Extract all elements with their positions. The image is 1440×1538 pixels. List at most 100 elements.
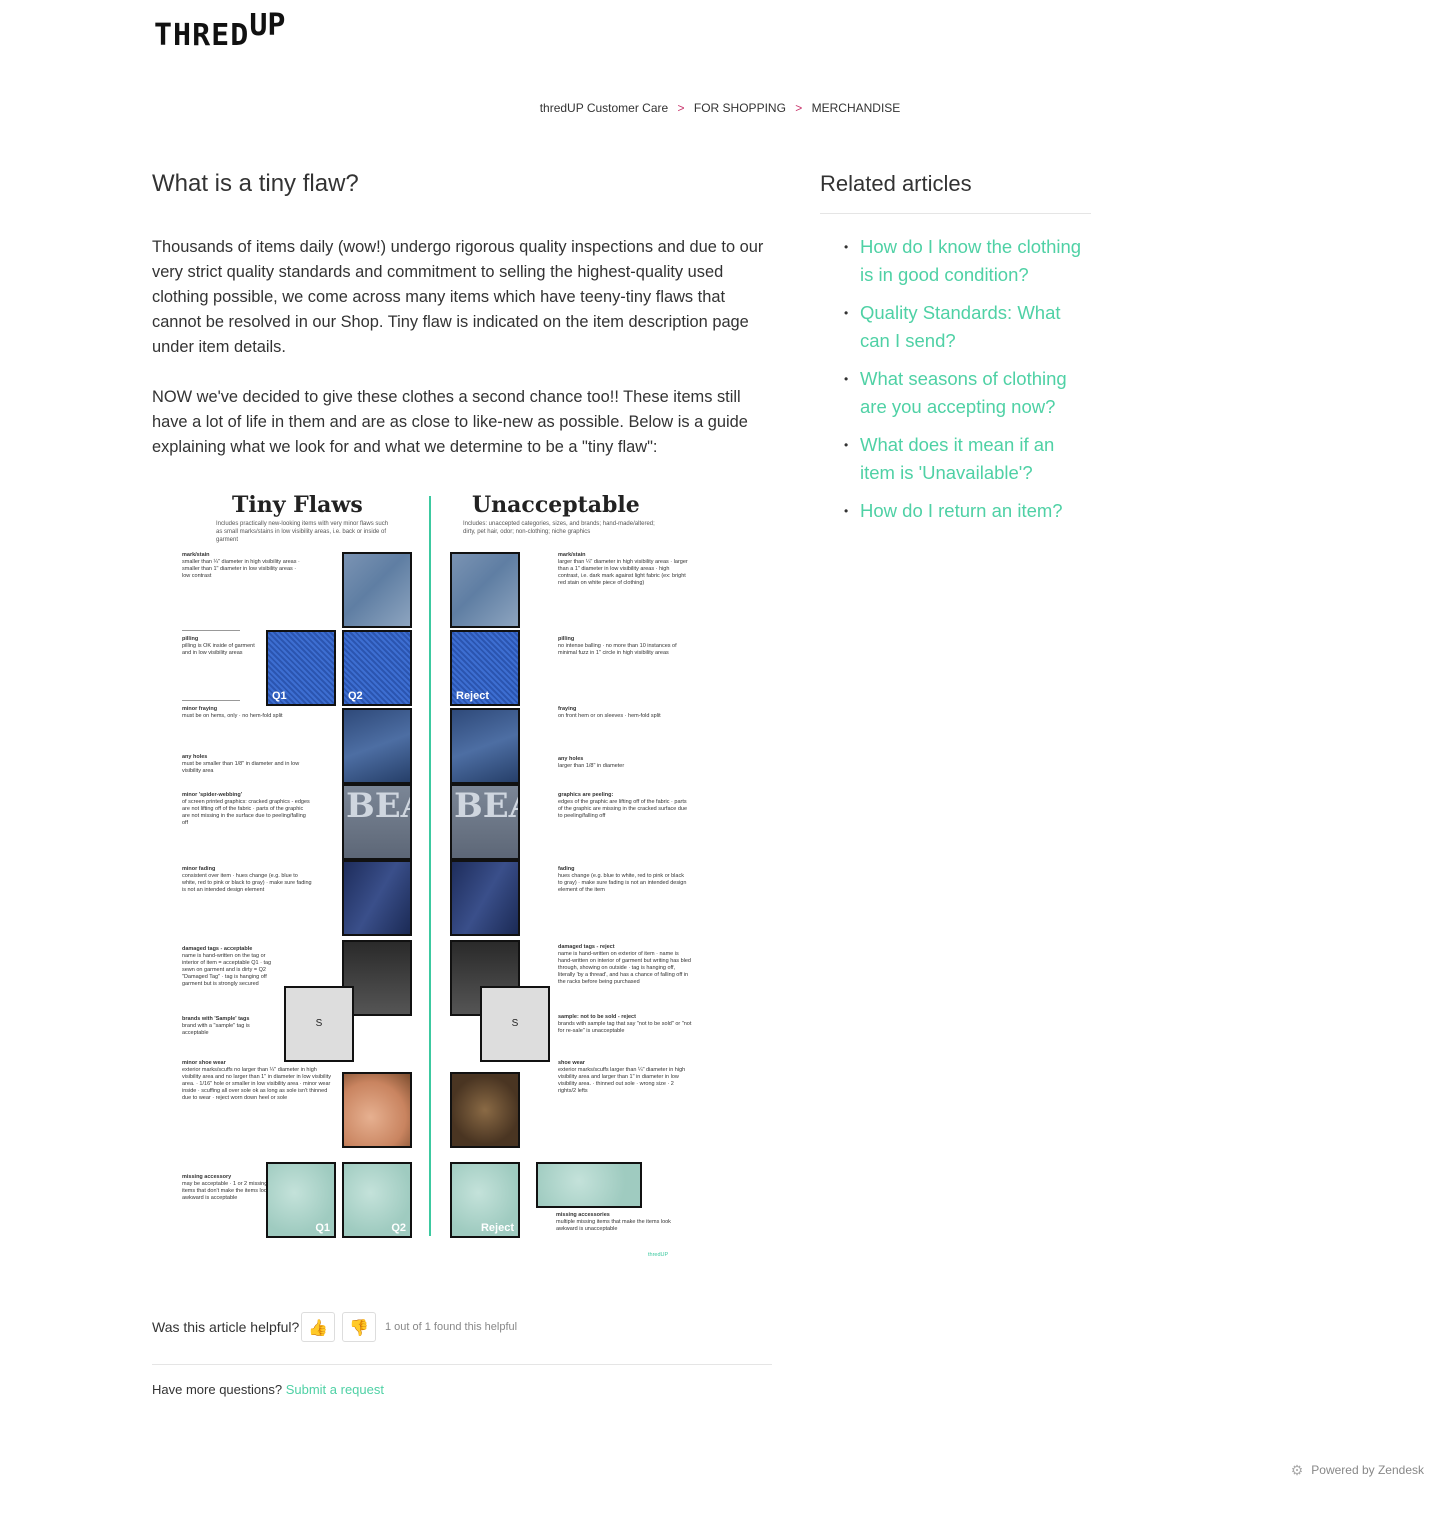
- guide-photo-pilling: Q2: [342, 630, 412, 706]
- guide-photo-pilling: Q1: [266, 630, 336, 706]
- guide-photo-sweater: Q1: [266, 1162, 336, 1238]
- guide-left-section: brands with 'Sample' tags brand with a "s…: [182, 1016, 272, 1037]
- guide-photo-graphic-reject: BEAT: [450, 784, 520, 860]
- guide-section-heading: fraying: [558, 706, 577, 712]
- guide-section-heading: shoe wear: [558, 1060, 585, 1066]
- guide-right-section: sample: not to be sold - reject brands wi…: [558, 1014, 693, 1035]
- guide-photo-sample-tag: S: [284, 986, 354, 1062]
- submit-request-link[interactable]: Submit a request: [286, 1382, 384, 1397]
- breadcrumb-merchandise[interactable]: MERCHANDISE: [812, 101, 901, 115]
- guide-left-section: mark/stain smaller than ¼" diameter in hi…: [182, 552, 302, 580]
- guide-section-heading: any holes: [558, 756, 584, 762]
- guide-photo-fraying: [342, 708, 412, 784]
- guide-size-label: S: [315, 1018, 323, 1029]
- related-article-link[interactable]: Quality Standards: What can I send?: [860, 302, 1061, 351]
- guide-tag: Q1: [272, 690, 287, 702]
- guide-photo-fraying-reject: [450, 708, 520, 784]
- guide-section-heading: mark/stain: [558, 552, 586, 558]
- guide-section-text: no intense balling · no more than 10 ins…: [558, 643, 677, 656]
- guide-section-heading: any holes: [182, 754, 208, 760]
- guide-photo-fading: [342, 860, 412, 936]
- guide-section-heading: mark/stain: [182, 552, 210, 558]
- related-article-item: How do I return an item?: [844, 497, 1084, 525]
- guide-graphic-text: BEAT: [346, 786, 410, 826]
- guide-tag: Q2: [391, 1222, 406, 1234]
- guide-right-section: any holes larger than 1/8" in diameter: [558, 756, 688, 770]
- guide-right-section: missing accessories multiple missing item…: [556, 1212, 691, 1233]
- helpful-count: 1 out of 1 found this helpful: [385, 1321, 518, 1333]
- guide-photo-stain-reject: [450, 552, 520, 628]
- guide-section-text: smaller than ¼" diameter in high visibil…: [182, 559, 300, 579]
- guide-section-text: of screen printed graphics: cracked grap…: [182, 799, 310, 826]
- tiny-flaws-guide-image: Tiny Flaws Includes practically new-look…: [168, 484, 700, 1266]
- guide-section-text: brand with a "sample" tag is acceptable: [182, 1023, 250, 1036]
- guide-right-section: graphics are peeling: edges of the graphi…: [558, 792, 688, 820]
- guide-section-text: edges of the graphic are lifting off of …: [558, 799, 688, 819]
- guide-section-text: on front hem or on sleeves · hem-fold sp…: [558, 713, 661, 719]
- related-article-item: How do I know the clothing is in good co…: [844, 233, 1084, 289]
- guide-right-section: shoe wear exterior marks/scuffs larger th…: [558, 1060, 693, 1095]
- thredup-logo[interactable]: THREDUP: [154, 8, 285, 53]
- guide-size-label: S: [511, 1018, 519, 1029]
- guide-right-section: fading hues change (e.g. blue to white, r…: [558, 866, 688, 894]
- guide-right-section: damaged tags - reject name is hand-writte…: [558, 944, 693, 986]
- guide-section-text: pilling is OK inside of garment and in l…: [182, 643, 255, 656]
- guide-section-heading: damaged tags - reject: [558, 944, 615, 950]
- guide-tag: Q1: [315, 1222, 330, 1234]
- guide-left-section: pilling pilling is OK inside of garment a…: [182, 636, 262, 657]
- guide-divider: [429, 496, 431, 1236]
- guide-left-section: minor fraying must be on hems, only · no …: [182, 706, 302, 720]
- guide-right-subtitle: Includes: unaccepted categories, sizes, …: [463, 521, 655, 535]
- related-article-link[interactable]: How do I return an item?: [860, 500, 1063, 521]
- powered-by-zendesk[interactable]: ⚙ Powered by Zendesk: [1291, 1462, 1424, 1479]
- guide-section-heading: brands with 'Sample' tags: [182, 1016, 250, 1022]
- article-paragraph: Thousands of items daily (wow!) undergo …: [152, 238, 764, 356]
- guide-photo-shoe-reject: [450, 1072, 520, 1148]
- guide-section-text: must be smaller than 1/8" in diameter an…: [182, 761, 300, 774]
- guide-section-heading: missing accessory: [182, 1174, 232, 1180]
- guide-section-heading: minor 'spider-webbing': [182, 792, 243, 798]
- guide-left-subtitle: Includes practically new-looking items w…: [216, 521, 389, 543]
- guide-photo-fading-reject: [450, 860, 520, 936]
- thumbs-up-icon: 👍: [308, 1320, 328, 1337]
- guide-photo-sample-tag-reject: S: [480, 986, 550, 1062]
- guide-rule: [182, 630, 240, 631]
- guide-section-text: brands with sample tag that say "not to …: [558, 1021, 692, 1034]
- guide-section-text: must be on hems, only · no hem-fold spli…: [182, 713, 283, 719]
- guide-section-text: hues change (e.g. blue to white, red to …: [558, 873, 687, 893]
- guide-left-title: Tiny Flaws: [232, 492, 363, 518]
- divider: [820, 213, 1091, 214]
- guide-footer-logo: thredUP: [648, 1252, 669, 1258]
- thumbs-up-button[interactable]: 👍: [301, 1312, 335, 1342]
- article-body: Thousands of items daily (wow!) undergo …: [152, 235, 776, 485]
- guide-photo-graphic: BEAT: [342, 784, 412, 860]
- guide-section-heading: fading: [558, 866, 575, 872]
- guide-section-heading: minor shoe wear: [182, 1060, 226, 1066]
- more-questions-text: Have more questions?: [152, 1382, 283, 1397]
- related-article-item: What does it mean if an item is 'Unavail…: [844, 431, 1084, 487]
- more-questions: Have more questions? Submit a request: [152, 1382, 384, 1397]
- guide-left-section: minor fading consistent over item · hues …: [182, 866, 312, 894]
- breadcrumb-for-shopping[interactable]: FOR SHOPPING: [694, 101, 786, 115]
- guide-section-text: larger than 1/8" in diameter: [558, 763, 625, 769]
- divider: [152, 1364, 772, 1365]
- guide-section-heading: minor fraying: [182, 706, 218, 712]
- guide-left-section: missing accessory may be acceptable · 1 o…: [182, 1174, 272, 1202]
- guide-section-text: exterior marks/scuffs no larger than ¼" …: [182, 1067, 331, 1101]
- related-article-link[interactable]: What seasons of clothing are you accepti…: [860, 368, 1067, 417]
- guide-left-section: any holes must be smaller than 1/8" in di…: [182, 754, 312, 775]
- related-article-link[interactable]: What does it mean if an item is 'Unavail…: [860, 434, 1054, 483]
- thumbs-down-button[interactable]: 👎: [342, 1312, 376, 1342]
- related-article-link[interactable]: How do I know the clothing is in good co…: [860, 236, 1081, 285]
- guide-section-text: may be acceptable · 1 or 2 missing items…: [182, 1181, 270, 1201]
- logo-text: THRED: [154, 18, 250, 53]
- guide-tag: Reject: [456, 690, 490, 702]
- guide-section-heading: graphics are peeling:: [558, 792, 614, 798]
- related-article-item: What seasons of clothing are you accepti…: [844, 365, 1084, 421]
- guide-section-text: multiple missing items that make the ite…: [556, 1219, 671, 1232]
- zendesk-gear-icon: ⚙: [1290, 1462, 1304, 1478]
- powered-by-text: Powered by Zendesk: [1311, 1463, 1424, 1477]
- breadcrumb-home[interactable]: thredUP Customer Care: [540, 101, 669, 115]
- breadcrumb-separator: >: [677, 101, 685, 115]
- helpful-question: Was this article helpful?: [152, 1319, 300, 1335]
